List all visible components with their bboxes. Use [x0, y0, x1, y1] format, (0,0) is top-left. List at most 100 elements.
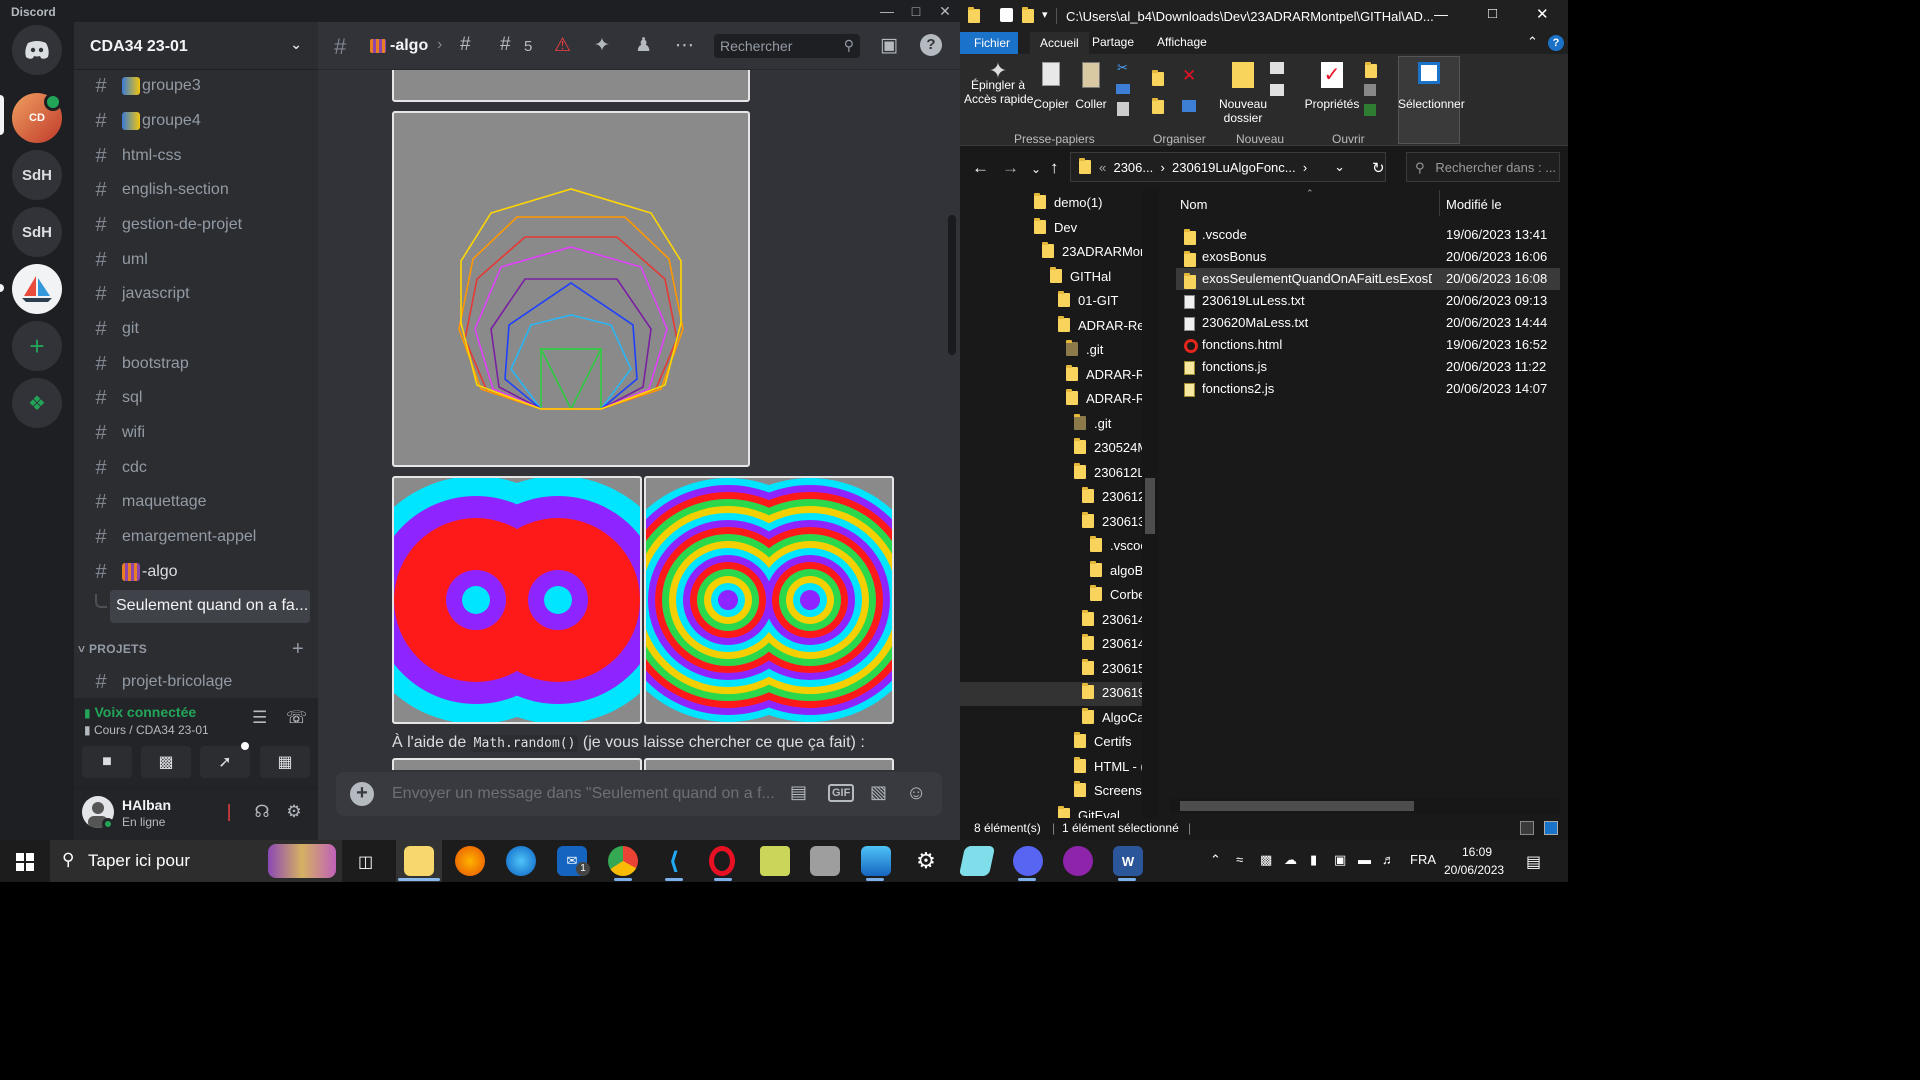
channel-algo[interactable]: # -algo [82, 556, 310, 588]
details-view-icon[interactable] [1520, 821, 1534, 835]
search-input[interactable]: Rechercher ⚲ [714, 34, 860, 58]
microphone-icon[interactable]: ▮ [1310, 852, 1317, 868]
channel-html-css[interactable]: # html-css [82, 140, 310, 172]
list-item[interactable]: fonctions.js 20/06/2023 11:22 [1176, 356, 1560, 378]
channel-git[interactable]: # git [82, 313, 310, 345]
tree-node[interactable]: ADRAR-Re [1066, 388, 1152, 410]
image-attachment-bottom-right[interactable] [644, 758, 894, 770]
list-item[interactable]: 230619LuLess.txt 20/06/2023 09:13 [1176, 290, 1560, 312]
tree-node[interactable]: HTML - ( [1074, 756, 1145, 778]
help-icon[interactable]: ? [920, 34, 942, 56]
camera-icon[interactable]: ■ [82, 746, 132, 778]
copy-button[interactable]: Copier [1032, 62, 1070, 111]
tree-node[interactable]: Screensh [1074, 780, 1149, 802]
breadcrumb-2[interactable]: 230619LuAlgoFonc... [1172, 160, 1296, 175]
up-arrow-icon[interactable]: ↑ [1050, 158, 1059, 178]
notes-icon[interactable] [958, 846, 996, 876]
discord-taskbar-icon[interactable] [1013, 846, 1043, 876]
settings-gear-icon[interactable]: ⚙ [282, 802, 306, 826]
add-channel-icon[interactable]: + [292, 638, 304, 661]
list-item[interactable]: exosBonus 20/06/2023 16:06 [1176, 246, 1560, 268]
open-icon[interactable] [1365, 62, 1377, 78]
tree-node[interactable]: .vscoc [1090, 535, 1147, 557]
media-app-icon[interactable] [1063, 846, 1093, 876]
tree-scrollbar[interactable] [1142, 188, 1158, 818]
column-name[interactable]: Nom [1180, 197, 1207, 212]
server-sdh-2[interactable]: SdH [12, 207, 62, 257]
composer-placeholder[interactable]: Envoyer un message dans "Seulement quand… [392, 785, 775, 803]
pin-quick-access-button[interactable]: ✦ Épingler à Accès rapide [964, 60, 1033, 107]
tree-node[interactable]: ADRAR-Rep [1058, 315, 1152, 337]
tree-node[interactable]: algoB [1090, 560, 1143, 582]
channel-english-section[interactable]: # english-section [82, 174, 310, 206]
explore-compass-icon[interactable]: ❖ [12, 378, 62, 428]
thread-active[interactable]: Seulement quand on a fa... [110, 590, 310, 623]
column-modified[interactable]: Modifié le [1446, 197, 1502, 212]
tree-node[interactable]: Dev [1034, 217, 1077, 239]
tree-node[interactable]: GitEval [1058, 805, 1120, 818]
channel-emargement-appel[interactable]: # emargement-appel [82, 521, 310, 553]
new-item-icon[interactable] [1270, 62, 1284, 74]
notifications-muted-icon[interactable]: ⚠ [554, 34, 571, 57]
task-view-icon[interactable]: ◫ [358, 852, 373, 872]
properties-check-icon[interactable] [1000, 8, 1013, 22]
image-attachment-bottom-left[interactable] [392, 758, 642, 770]
new-folder-quick-icon[interactable] [1022, 7, 1034, 23]
channel-wifi[interactable]: # wifi [82, 417, 310, 449]
image-polygons[interactable] [392, 111, 750, 467]
tree-node[interactable]: AlgoCa [1082, 707, 1145, 729]
screen-share-icon[interactable]: ▩ [141, 746, 191, 778]
member-list-icon[interactable]: ♟ [635, 34, 652, 57]
server-sdh-1[interactable]: SdH [12, 150, 62, 200]
move-to-icon[interactable] [1152, 70, 1164, 86]
horizontal-scrollbar[interactable] [1170, 798, 1560, 814]
guild-header[interactable]: CDA34 23-01 ⌄ [74, 22, 318, 70]
tab-fichier[interactable]: Fichier [960, 32, 1018, 54]
tab-partage[interactable]: Partage [1092, 35, 1134, 49]
clock-time[interactable]: 16:09 [1462, 845, 1492, 859]
tree-node[interactable]: demo(1) [1034, 192, 1102, 214]
soundboard-icon[interactable]: ▦ [260, 746, 310, 778]
edge-icon[interactable] [506, 846, 536, 876]
printer-icon[interactable] [810, 846, 840, 876]
address-dropdown-icon[interactable]: ⌄ [1334, 159, 1345, 175]
windows-start-icon[interactable] [16, 853, 34, 871]
wifi-icon[interactable]: ≈ [1236, 852, 1243, 867]
inbox-icon[interactable]: ▣ [880, 34, 898, 57]
tree-node[interactable]: 230614 [1082, 609, 1145, 631]
emoji-icon[interactable]: ☺ [906, 782, 926, 805]
clock-date[interactable]: 20/06/2023 [1444, 863, 1504, 877]
list-item[interactable]: fonctions2.js 20/06/2023 14:07 [1176, 378, 1560, 400]
channel-javascript[interactable]: # javascript [82, 278, 310, 310]
tree-node[interactable]: 23ADRARMont [1042, 241, 1151, 263]
threads-icon[interactable]: # [500, 34, 511, 56]
voice-location[interactable]: ▮ Cours / CDA34 23-01 [84, 723, 209, 737]
sticker-icon[interactable]: ▧ [870, 782, 887, 803]
channel-gestion-de-projet[interactable]: # gestion-de-projet [82, 209, 310, 241]
tab-affichage[interactable]: Affichage [1157, 35, 1207, 49]
vscode-icon[interactable]: ⟨ [659, 846, 689, 876]
copy-path-icon[interactable] [1116, 84, 1130, 94]
delete-icon[interactable]: ✕ [1182, 66, 1196, 86]
add-attachment-icon[interactable]: + [350, 782, 374, 806]
gift-icon[interactable]: ▤ [790, 782, 807, 803]
device-icon[interactable]: ▩ [1260, 852, 1272, 868]
message-composer[interactable]: + Envoyer un message dans "Seulement qua… [336, 772, 942, 816]
server-sailboat-icon[interactable] [12, 264, 62, 314]
channel-cdc[interactable]: # cdc [82, 452, 310, 484]
more-options-icon[interactable]: ⋯ [675, 34, 694, 57]
activity-rocket-icon[interactable]: ➚ [200, 746, 250, 778]
chevron-down-icon[interactable]: ⌄ [290, 36, 302, 53]
notifications-icon[interactable]: ▤ [1526, 852, 1541, 872]
maximize-icon[interactable]: □ [901, 2, 931, 20]
display-icon[interactable]: ▣ [1334, 852, 1346, 868]
tree-node[interactable]: 230612Lu [1074, 462, 1152, 484]
tree-node[interactable]: .git [1074, 413, 1111, 435]
channel-uml[interactable]: # uml [82, 244, 310, 276]
volume-icon[interactable]: ♬ [1382, 852, 1395, 867]
tree-node[interactable]: 230614 [1082, 633, 1145, 655]
app-yellow-icon[interactable] [760, 846, 790, 876]
image-rings-bold[interactable] [392, 476, 642, 724]
minimize-icon[interactable]: — [872, 2, 902, 20]
cut-icon[interactable]: ✂ [1117, 60, 1128, 76]
